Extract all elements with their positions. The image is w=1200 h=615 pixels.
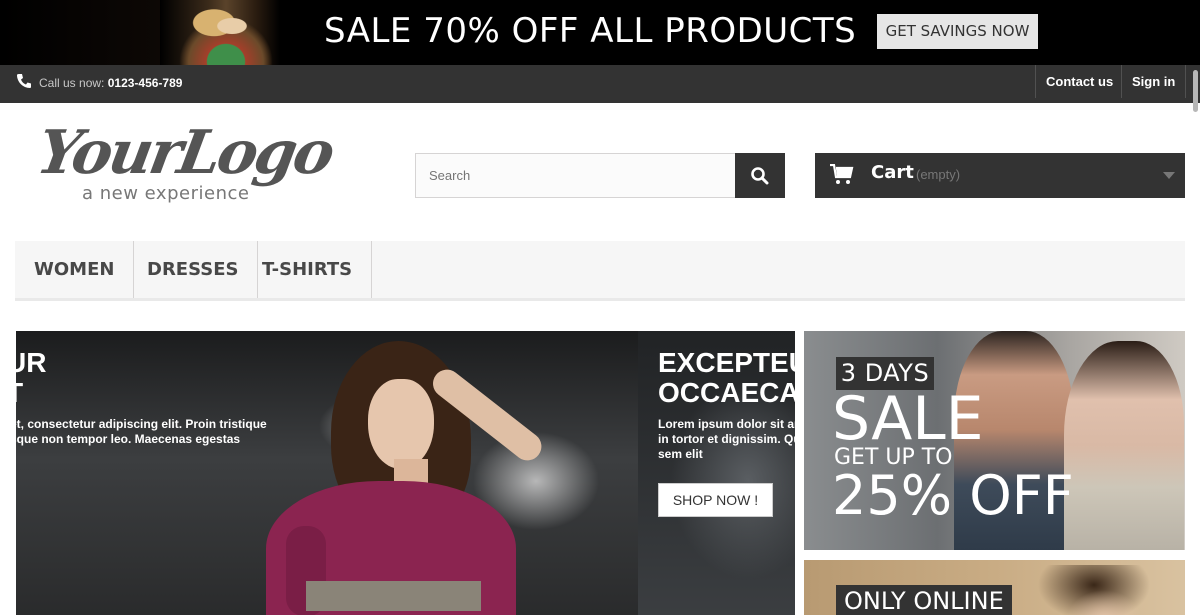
slide-description-line: in tortor et dignissim. Quis bbox=[658, 432, 795, 446]
banner-discount-text: 25% OFF bbox=[832, 464, 1074, 527]
search-icon bbox=[751, 166, 769, 184]
menu-item-women[interactable]: WOMEN bbox=[15, 241, 135, 298]
slide-description-line: Lorem ipsum dolor sit ame bbox=[658, 417, 795, 431]
phone-icon bbox=[17, 74, 31, 88]
slide-current[interactable]: UR T et, consectetur adipiscing elit. Pr… bbox=[16, 331, 638, 615]
slide-next[interactable]: EXCEPTEU OCCAECA Lorem ipsum dolor sit a… bbox=[638, 331, 795, 615]
slide-title: EXCEPTEU OCCAECA bbox=[658, 348, 795, 408]
main-menu: WOMEN DRESSES T-SHIRTS bbox=[15, 241, 1185, 301]
sign-in-link[interactable]: Sign in bbox=[1121, 65, 1187, 98]
search-input[interactable] bbox=[415, 153, 736, 198]
slide-title-line: T bbox=[16, 378, 46, 408]
slide-description: Lorem ipsum dolor sit ame in tortor et d… bbox=[658, 417, 795, 462]
cart-status: (empty) bbox=[916, 167, 961, 182]
banner-online-tag: ONLY ONLINE bbox=[836, 585, 1012, 615]
call-us-text: Call us now: 0123-456-789 bbox=[39, 76, 182, 90]
banner-model-image bbox=[1024, 565, 1164, 615]
logo-wordmark: YourLogo bbox=[31, 118, 338, 188]
top-nav-bar: Call us now: 0123-456-789 Contact us Sig… bbox=[0, 65, 1200, 103]
homepage-slider[interactable]: UR T et, consectetur adipiscing elit. Pr… bbox=[16, 331, 795, 615]
slide-title-line: UR bbox=[16, 347, 47, 378]
slide-description-line: sque non tempor leo. Maecenas egestas bbox=[16, 432, 241, 446]
menu-item-dresses[interactable]: DRESSES bbox=[128, 241, 259, 298]
site-logo[interactable]: YourLogo a new experience bbox=[32, 118, 338, 218]
slide-title-line: EXCEPTEU bbox=[658, 347, 795, 378]
sale-banner[interactable]: 3 DAYS SALE GET UP TO 25% OFF bbox=[804, 331, 1185, 550]
slide-model-belt bbox=[306, 581, 481, 611]
banner-woman-image bbox=[1064, 341, 1184, 550]
cart-label: Cart bbox=[871, 162, 914, 183]
cart-icon bbox=[830, 164, 854, 184]
call-us-label: Call us now: bbox=[39, 76, 105, 90]
slide-title: UR T bbox=[16, 348, 46, 408]
page-scrollbar[interactable] bbox=[1193, 70, 1198, 112]
cart-dropdown[interactable]: Cart (empty) bbox=[815, 153, 1185, 198]
slide-description-line: et, consectetur adipiscing elit. Proin t… bbox=[16, 417, 267, 431]
promo-model-image bbox=[160, 0, 280, 65]
get-savings-button[interactable]: GET SAVINGS NOW bbox=[877, 14, 1038, 49]
promo-headline: SALE 70% OFF ALL PRODUCTS bbox=[324, 11, 857, 51]
contact-us-link[interactable]: Contact us bbox=[1035, 65, 1123, 98]
shop-now-button[interactable]: SHOP NOW ! bbox=[658, 483, 773, 517]
menu-item-tshirts[interactable]: T-SHIRTS bbox=[243, 241, 373, 298]
logo-tagline: a new experience bbox=[82, 183, 250, 204]
online-banner[interactable]: ONLY ONLINE bbox=[804, 560, 1185, 615]
search-button[interactable] bbox=[735, 153, 785, 198]
banner-sale-text: SALE bbox=[832, 384, 984, 454]
phone-number: 0123-456-789 bbox=[107, 76, 183, 90]
slide-description-line: sem elit bbox=[658, 447, 703, 461]
promo-background bbox=[0, 0, 160, 65]
slide-description: et, consectetur adipiscing elit. Proin t… bbox=[16, 417, 267, 447]
promo-banner[interactable]: SALE 70% OFF ALL PRODUCTS GET SAVINGS NO… bbox=[0, 0, 1200, 65]
slide-model-face bbox=[368, 379, 434, 469]
chevron-down-icon bbox=[1163, 172, 1175, 179]
slide-title-line: OCCAECA bbox=[658, 377, 795, 408]
